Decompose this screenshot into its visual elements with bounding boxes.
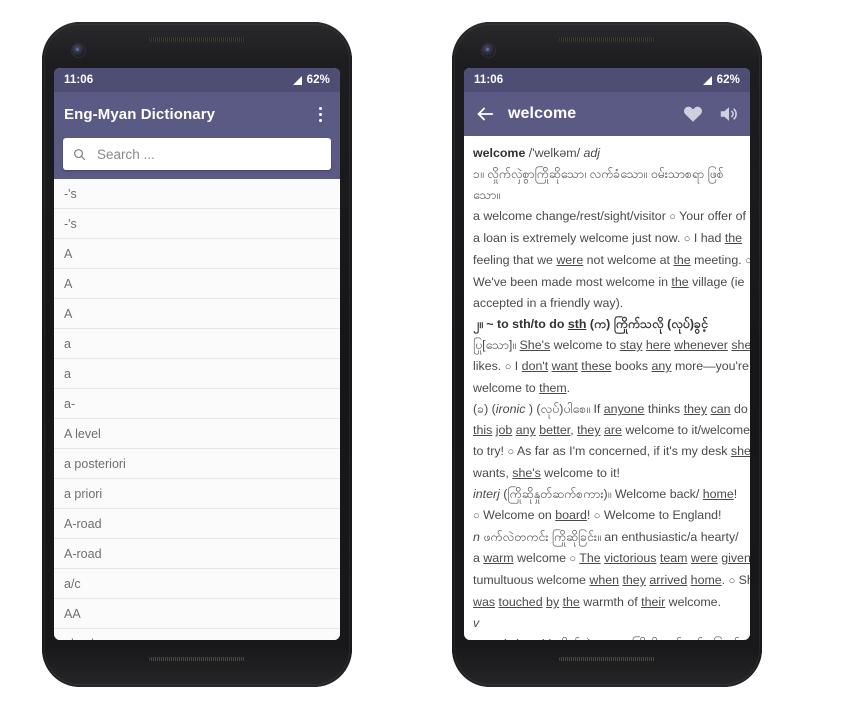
list-item[interactable]: A: [54, 239, 340, 269]
definition-line: (ခ) (ironic ) (လုပ်)ပါစေ။ If anyone thin…: [473, 402, 748, 416]
list-item[interactable]: a: [54, 359, 340, 389]
search-icon: [74, 148, 86, 160]
definition-body[interactable]: welcome /'welkəm/ adj ၁။ လှိုက်လှဲစွာကြို…: [464, 136, 750, 640]
list-item-label: A level: [64, 426, 101, 441]
list-item[interactable]: -'s: [54, 179, 340, 209]
list-item-label: -'s: [64, 216, 77, 231]
list-item-label: A: [64, 246, 73, 261]
list-item[interactable]: A level: [54, 419, 340, 449]
status-time: 11:06: [474, 74, 504, 86]
list-item-label: A: [64, 306, 73, 321]
screenshot-stage: 11:06 62% Eng-Myan Dictionary Search ...…: [0, 0, 845, 715]
phone-device-right: 11:06 62% welcome welcome /'welkəm/ adj …: [452, 22, 762, 687]
definition-line: a loan is extremely welcome just now. ○ …: [473, 231, 743, 245]
status-indicators: 62%: [702, 74, 740, 86]
definition-line: to try! ○ As far as I'm concerned, if it…: [473, 444, 750, 458]
entry-title: welcome: [508, 105, 577, 122]
battery-percent: 62%: [716, 74, 740, 86]
definition-line: n ဖက်လဲတကင်း ကြိုဆိုခြင်း။ an enthusiast…: [473, 530, 739, 544]
list-item[interactable]: a-: [54, 389, 340, 419]
list-item[interactable]: a posteriori: [54, 449, 340, 479]
list-item[interactable]: A-road: [54, 509, 340, 539]
front-camera-icon: [482, 44, 495, 57]
list-item[interactable]: a priori: [54, 479, 340, 509]
list-item-label: a priori: [64, 486, 103, 501]
list-item-label: A-road: [64, 546, 102, 561]
status-time: 11:06: [64, 74, 94, 86]
app-bar-detail: welcome: [464, 92, 750, 136]
word-list[interactable]: -'s -'s A A Aa a a- A level a posteriori a priori…: [54, 179, 340, 640]
definition-line: We've been made most welcome in the vill…: [473, 275, 745, 289]
heart-icon[interactable]: [682, 103, 704, 125]
search-box[interactable]: [63, 138, 331, 170]
status-bar: 11:06 62%: [54, 68, 340, 92]
list-item-label: A-road: [64, 516, 102, 531]
list-item-label: a-: [64, 396, 76, 411]
list-item-label: AA: [64, 606, 81, 621]
list-item[interactable]: a: [54, 329, 340, 359]
bottom-speaker-icon: [149, 657, 245, 661]
list-item[interactable]: A: [54, 269, 340, 299]
front-camera-icon: [72, 44, 85, 57]
screen-list: 11:06 62% Eng-Myan Dictionary Search ...…: [54, 68, 340, 640]
definition-line: ○ Welcome on board! ○ Welcome to England…: [473, 508, 722, 522]
definition-line: likes. ○ I don't want these books any mo…: [473, 359, 749, 373]
definition-line: tumultuous welcome when they arrived hom…: [473, 573, 750, 587]
overflow-menu-icon[interactable]: [310, 102, 330, 126]
list-item[interactable]: aback: [54, 629, 340, 641]
list-item[interactable]: AA: [54, 599, 340, 629]
battery-percent: 62%: [306, 74, 330, 86]
definition-line: this job any better, they are welcome to…: [473, 423, 750, 437]
definition-line: welcome /'welkəm/ adj: [473, 146, 601, 160]
list-item-label: A: [64, 276, 73, 291]
list-item[interactable]: a/c: [54, 569, 340, 599]
definition-line: interj (ကြိုဆိုနှုတ်ဆက်စကား)။ Welcome ba…: [473, 487, 738, 501]
definition-line: ၁။ လှိုက်လှဲစွာကြိုဆိုသော၊ လက်ခံသော။ ဝမ်…: [473, 167, 724, 181]
list-item-label: a/c: [64, 576, 81, 591]
status-bar: 11:06 62%: [464, 68, 750, 92]
earpiece-speaker-icon: [559, 37, 655, 42]
definition-line: welcome to them.: [473, 381, 571, 395]
list-item-label: a: [64, 336, 71, 351]
list-item-label: -'s: [64, 186, 77, 201]
search-input[interactable]: [95, 145, 322, 163]
definition-line: v: [473, 616, 480, 630]
page-title: Eng-Myan Dictionary: [64, 105, 216, 123]
list-item[interactable]: A-road: [54, 539, 340, 569]
definition-line: ၁။ ~ sb (to sth) လှိုက်လှဲပျူငှာစွာ ကြို…: [473, 634, 741, 640]
search-bar-container: [54, 136, 340, 179]
list-item[interactable]: -'s: [54, 209, 340, 239]
definition-line: သော။: [473, 188, 501, 202]
signal-triangle-icon: [292, 75, 302, 85]
signal-triangle-icon: [702, 75, 712, 85]
definition-line: was touched by the warmth of their welco…: [473, 595, 722, 609]
app-bar-list: Eng-Myan Dictionary: [54, 92, 340, 136]
list-item-label: a: [64, 366, 71, 381]
definition-line: a warm welcome ○ The victorious team wer…: [473, 551, 750, 565]
definition-line: feeling that we were not welcome at the …: [473, 253, 750, 267]
back-arrow-icon[interactable]: [474, 103, 496, 125]
list-item-label: a posteriori: [64, 456, 126, 471]
speaker-icon[interactable]: [718, 103, 740, 125]
status-indicators: 62%: [292, 74, 330, 86]
list-item[interactable]: A: [54, 299, 340, 329]
list-item-label: aback: [64, 637, 97, 641]
definition-line: accepted in a friendly way).: [473, 296, 624, 310]
definition-line: ပြု[သော]။ She's welcome to stay here whe…: [473, 338, 750, 352]
screen-detail: 11:06 62% welcome welcome /'welkəm/ adj …: [464, 68, 750, 640]
definition-line: ၂။ ~ to sth/to do sth (က) ကြိုက်သလို (လု…: [473, 317, 708, 331]
earpiece-speaker-icon: [149, 37, 245, 42]
phone-device-left: 11:06 62% Eng-Myan Dictionary Search ...…: [42, 22, 352, 687]
definition-line: wants, she's welcome to it!: [473, 466, 621, 480]
bottom-speaker-icon: [559, 657, 655, 661]
definition-line: a welcome change/rest/sight/visitor ○ Yo…: [473, 209, 746, 223]
